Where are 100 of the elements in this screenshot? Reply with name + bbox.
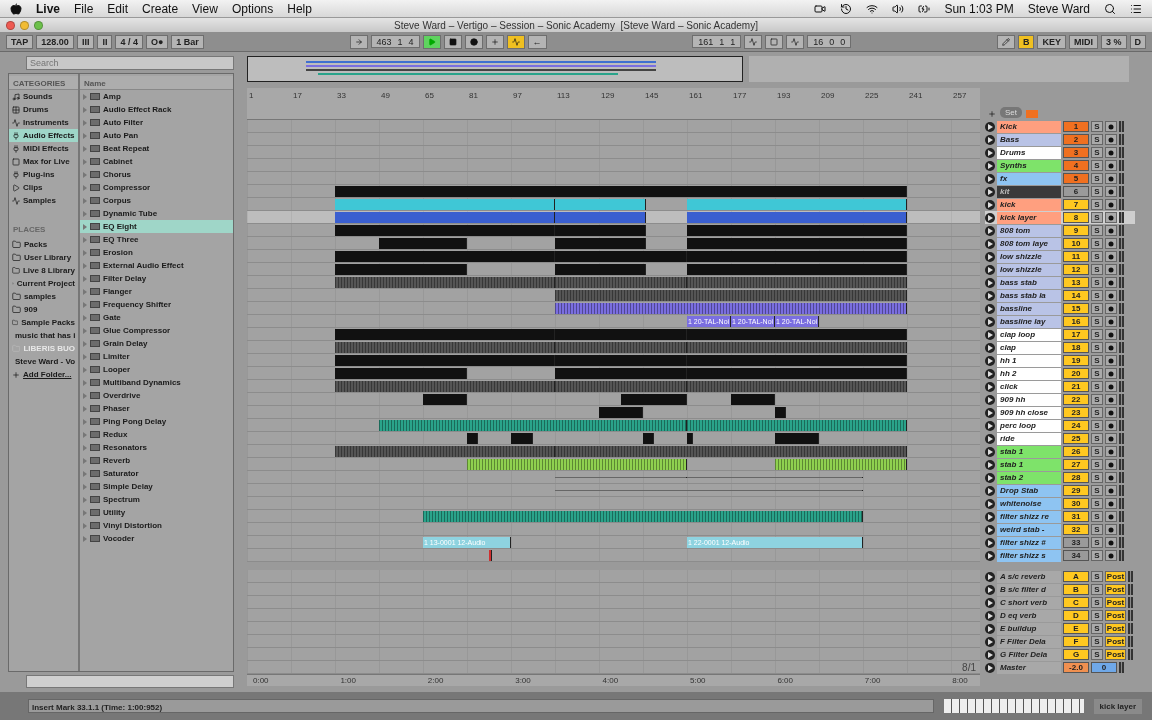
track-lane[interactable] bbox=[247, 198, 980, 211]
arm-button[interactable] bbox=[1105, 394, 1117, 405]
play-icon[interactable] bbox=[985, 277, 995, 288]
clip[interactable] bbox=[775, 459, 907, 470]
device-item[interactable]: Multiband Dynamics bbox=[80, 376, 233, 389]
solo-button[interactable]: S bbox=[1091, 472, 1103, 483]
clip[interactable] bbox=[687, 368, 907, 379]
track-activator[interactable]: 17 bbox=[1063, 329, 1089, 340]
track-activator[interactable]: 24 bbox=[1063, 420, 1089, 431]
device-item[interactable]: Beat Repeat bbox=[80, 142, 233, 155]
category-item[interactable]: Sounds bbox=[9, 90, 78, 103]
arm-button[interactable] bbox=[1105, 355, 1117, 366]
solo-button[interactable]: S bbox=[1091, 537, 1103, 548]
solo-button[interactable]: S bbox=[1091, 147, 1103, 158]
track-lane[interactable] bbox=[247, 185, 980, 198]
device-item[interactable]: Cabinet bbox=[80, 155, 233, 168]
track-name[interactable]: stab 2 bbox=[997, 471, 1061, 484]
track-lane[interactable] bbox=[247, 263, 980, 276]
track-name[interactable]: bassline bbox=[997, 302, 1061, 315]
place-item[interactable]: Steve Ward - Vo bbox=[9, 355, 78, 368]
play-icon[interactable] bbox=[985, 342, 995, 353]
track-name[interactable]: click bbox=[997, 380, 1061, 393]
clip[interactable] bbox=[335, 251, 555, 262]
track-activator[interactable]: 12 bbox=[1063, 264, 1089, 275]
return-name[interactable]: B s/c filter d bbox=[997, 583, 1061, 596]
place-item[interactable]: music that has i bbox=[9, 329, 78, 342]
clip[interactable] bbox=[335, 446, 555, 457]
track-activator[interactable]: 10 bbox=[1063, 238, 1089, 249]
track-lane[interactable] bbox=[247, 354, 980, 367]
track-activator[interactable]: B bbox=[1063, 584, 1089, 595]
window-close-button[interactable] bbox=[6, 20, 15, 30]
tap-button[interactable]: TAP bbox=[6, 34, 34, 49]
category-item[interactable]: Max for Live bbox=[9, 155, 78, 168]
play-icon[interactable] bbox=[985, 212, 995, 223]
play-icon[interactable] bbox=[985, 199, 995, 210]
arm-button[interactable] bbox=[1105, 485, 1117, 496]
device-item[interactable]: Frequency Shifter bbox=[80, 298, 233, 311]
play-icon[interactable] bbox=[985, 160, 995, 171]
play-icon[interactable] bbox=[985, 433, 995, 444]
clip[interactable] bbox=[599, 407, 643, 418]
device-item[interactable]: Redux bbox=[80, 428, 233, 441]
clip[interactable] bbox=[335, 277, 555, 288]
return-name[interactable]: A s/c reverb bbox=[997, 570, 1061, 583]
play-icon[interactable] bbox=[985, 459, 995, 470]
play-icon[interactable] bbox=[985, 511, 995, 522]
return-name[interactable]: C short verb bbox=[997, 596, 1061, 609]
category-item[interactable]: Drums bbox=[9, 103, 78, 116]
track-activator[interactable]: 11 bbox=[1063, 251, 1089, 262]
automation-button[interactable] bbox=[506, 34, 525, 49]
track-activator[interactable]: 2 bbox=[1063, 134, 1089, 145]
track-lane[interactable] bbox=[247, 497, 980, 510]
track-activator[interactable]: 28 bbox=[1063, 472, 1089, 483]
clip[interactable] bbox=[467, 459, 687, 470]
play-icon[interactable] bbox=[985, 173, 995, 184]
clip[interactable] bbox=[379, 420, 687, 431]
track-name[interactable]: Drop Stab bbox=[997, 484, 1061, 497]
time-signature-field[interactable]: 4 / 4 bbox=[115, 34, 143, 49]
track-activator[interactable]: 20 bbox=[1063, 368, 1089, 379]
clip[interactable] bbox=[555, 251, 687, 262]
arm-button[interactable] bbox=[1105, 472, 1117, 483]
post-button[interactable]: Post bbox=[1105, 597, 1126, 608]
play-icon[interactable] bbox=[985, 597, 995, 608]
solo-button[interactable]: S bbox=[1091, 597, 1103, 608]
nudge-up-button[interactable]: II bbox=[97, 34, 113, 49]
post-button[interactable]: Post bbox=[1105, 636, 1126, 647]
play-icon[interactable] bbox=[985, 649, 995, 660]
info-field[interactable] bbox=[26, 675, 234, 688]
track-activator[interactable]: 13 bbox=[1063, 277, 1089, 288]
category-item[interactable]: Samples bbox=[9, 194, 78, 207]
solo-button[interactable]: S bbox=[1091, 238, 1103, 249]
category-item[interactable]: Clips bbox=[9, 181, 78, 194]
play-icon[interactable] bbox=[985, 472, 995, 483]
track-activator[interactable]: D bbox=[1063, 610, 1089, 621]
track-activator[interactable]: 6 bbox=[1063, 186, 1089, 197]
clip[interactable] bbox=[687, 212, 907, 223]
play-icon[interactable] bbox=[985, 407, 995, 418]
track-activator[interactable]: 27 bbox=[1063, 459, 1089, 470]
clip[interactable] bbox=[335, 381, 555, 392]
solo-button[interactable]: S bbox=[1091, 571, 1103, 582]
device-item[interactable]: EQ Eight bbox=[80, 220, 233, 233]
track-activator[interactable]: F bbox=[1063, 636, 1089, 647]
track-lane[interactable] bbox=[247, 250, 980, 263]
clip[interactable] bbox=[335, 342, 555, 353]
play-icon[interactable] bbox=[985, 636, 995, 647]
category-item[interactable]: Instruments bbox=[9, 116, 78, 129]
track-activator[interactable]: 21 bbox=[1063, 381, 1089, 392]
play-icon[interactable] bbox=[985, 571, 995, 582]
place-item[interactable]: Current Project bbox=[9, 277, 78, 290]
clip[interactable] bbox=[555, 368, 687, 379]
clip[interactable] bbox=[687, 381, 907, 392]
arm-button[interactable] bbox=[1105, 381, 1117, 392]
solo-button[interactable]: S bbox=[1091, 212, 1103, 223]
track-name[interactable]: hh 1 bbox=[997, 354, 1061, 367]
track-lane[interactable] bbox=[247, 302, 980, 315]
post-button[interactable]: Post bbox=[1105, 649, 1126, 660]
solo-button[interactable]: S bbox=[1091, 498, 1103, 509]
track-lane[interactable] bbox=[247, 224, 980, 237]
track-activator[interactable]: 4 bbox=[1063, 160, 1089, 171]
draw-mode-button[interactable] bbox=[996, 34, 1015, 49]
menu-item[interactable]: Create bbox=[142, 1, 179, 16]
